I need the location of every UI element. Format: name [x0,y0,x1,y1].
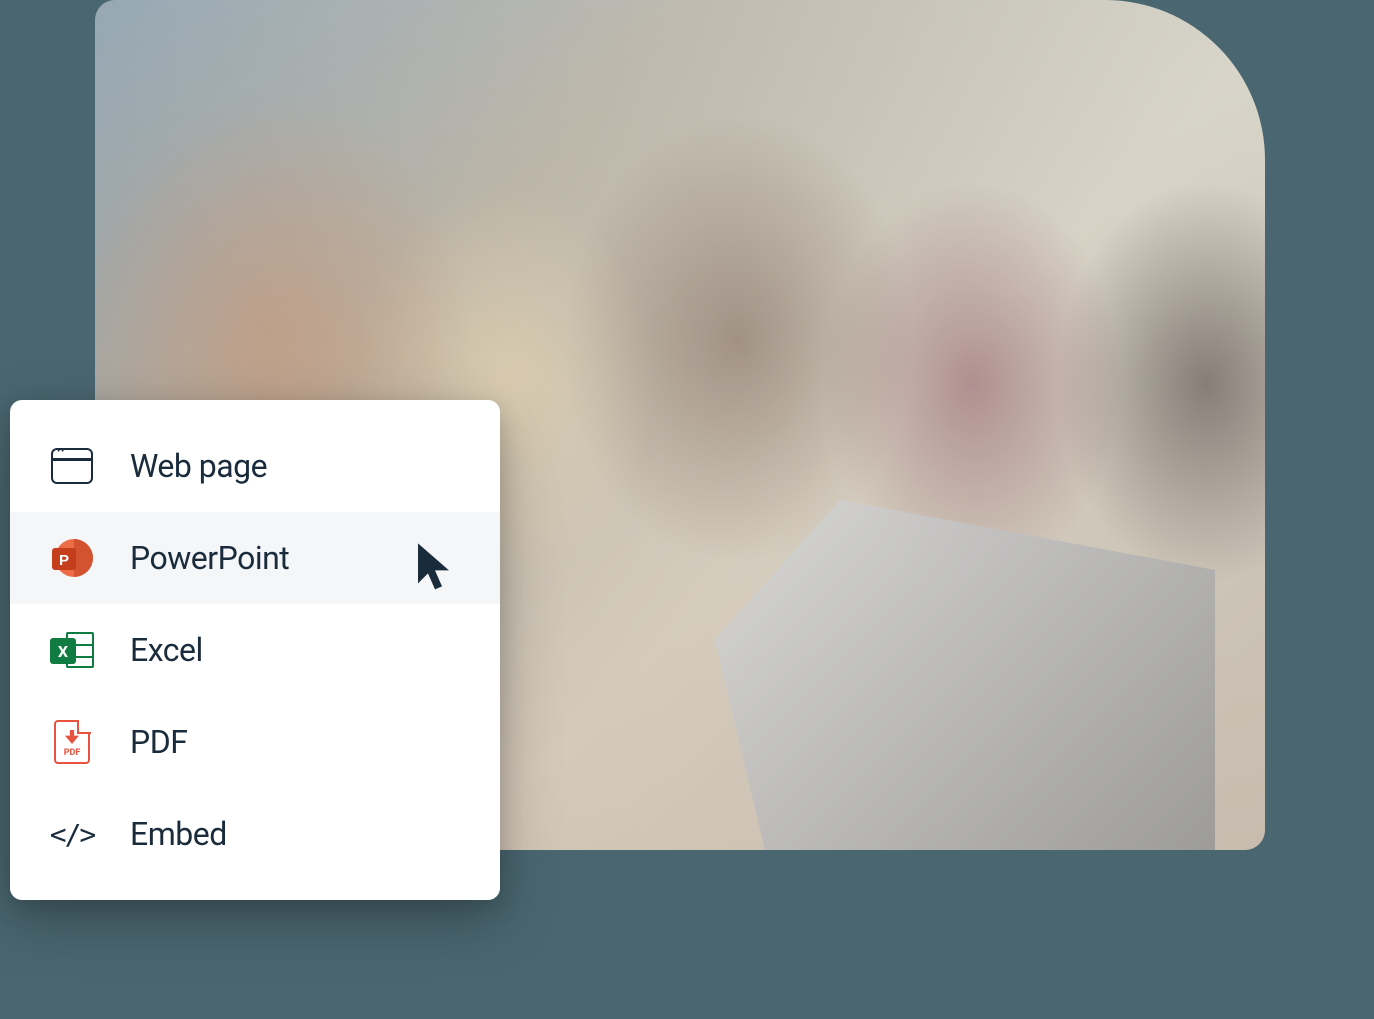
cursor-icon [412,539,460,601]
menu-label-pdf: PDF [130,723,187,761]
menu-label-webpage: Web page [130,447,267,485]
pdf-icon: PDF [50,720,94,764]
webpage-icon [50,444,94,488]
menu-item-pdf[interactable]: PDF PDF [10,696,500,788]
menu-label-embed: Embed [130,815,227,853]
embed-icon: </> [50,812,94,856]
svg-text:P: P [59,552,69,569]
excel-icon: X [50,628,94,672]
menu-label-powerpoint: PowerPoint [130,539,289,577]
menu-item-powerpoint[interactable]: P PowerPoint [10,512,500,604]
menu-label-excel: Excel [130,631,203,669]
menu-item-excel[interactable]: X Excel [10,604,500,696]
menu-item-webpage[interactable]: Web page [10,420,500,512]
menu-item-embed[interactable]: </> Embed [10,788,500,880]
export-menu: Web page P PowerPoint X Excel [10,400,500,900]
powerpoint-icon: P [50,536,94,580]
